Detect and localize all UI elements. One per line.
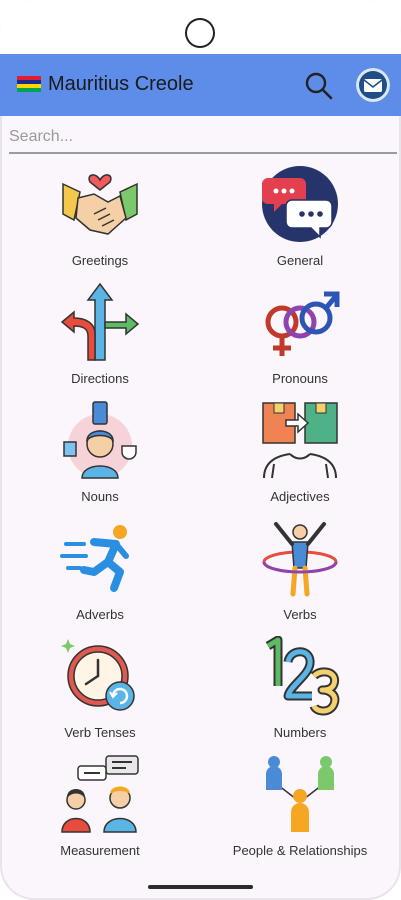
running-person-icon — [60, 525, 129, 592]
category-verb-tenses[interactable]: Verb Tenses — [0, 632, 200, 750]
category-label: Directions — [71, 371, 129, 386]
search-field[interactable] — [9, 124, 397, 154]
category-label: Adjectives — [270, 489, 330, 504]
clock-icon — [61, 639, 135, 711]
chat-bubbles-icon — [262, 166, 338, 242]
search-button[interactable] — [303, 70, 335, 102]
category-nouns[interactable]: Nouns — [0, 396, 200, 514]
camera-cutout — [185, 18, 215, 48]
category-label: Adverbs — [76, 607, 124, 622]
search-icon — [305, 72, 333, 100]
category-pronouns[interactable]: Pronouns — [200, 278, 400, 396]
category-measurement[interactable]: Measurement — [0, 750, 200, 868]
numbers-123-icon — [265, 636, 340, 716]
category-people-relationships[interactable]: People & Relationships — [200, 750, 400, 868]
mauritius-flag-icon — [17, 76, 41, 92]
people-network-icon — [266, 756, 334, 832]
search-input[interactable] — [9, 124, 397, 150]
people-talking-icon — [61, 755, 139, 833]
category-numbers[interactable]: Numbers — [200, 632, 400, 750]
phone-screen: Mauritius Creole Greetings — [0, 0, 401, 900]
category-label: General — [276, 253, 324, 268]
category-label: People & Relationships — [232, 843, 368, 858]
app-title: Mauritius Creole — [48, 73, 194, 95]
category-general[interactable]: General — [200, 160, 400, 278]
mail-icon — [363, 79, 383, 92]
home-indicator[interactable] — [148, 885, 253, 889]
category-greetings[interactable]: Greetings — [0, 160, 200, 278]
category-label: Greetings — [71, 253, 129, 268]
category-label: Verb Tenses — [64, 725, 136, 740]
mail-button[interactable] — [356, 68, 390, 102]
category-label: Verbs — [283, 607, 317, 622]
category-adjectives[interactable]: Adjectives — [200, 396, 400, 514]
category-label: Nouns — [81, 489, 119, 504]
person-objects-icon — [63, 401, 137, 479]
category-label: Numbers — [273, 725, 327, 740]
hula-hoop-person-icon — [262, 522, 338, 597]
category-label: Pronouns — [272, 371, 328, 386]
direction-arrows-icon — [60, 282, 140, 361]
category-adverbs[interactable]: Adverbs — [0, 514, 200, 632]
category-verbs[interactable]: Verbs — [200, 514, 400, 632]
status-bar — [0, 0, 401, 54]
category-label: Measurement — [60, 843, 140, 858]
gender-symbols-icon — [265, 291, 340, 356]
handshake-heart-icon — [62, 174, 138, 235]
category-directions[interactable]: Directions — [0, 278, 200, 396]
boxes-arrows-icon — [262, 402, 338, 479]
